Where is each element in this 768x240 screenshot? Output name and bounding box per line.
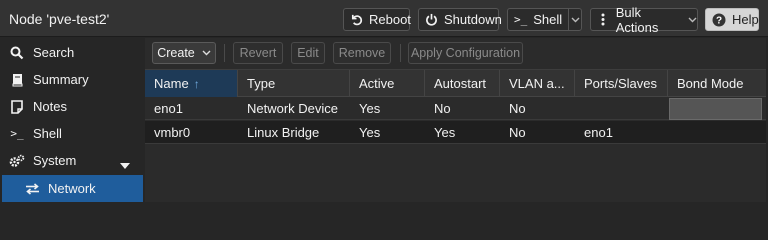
chevron-down-icon (202, 50, 211, 56)
svg-text:?: ? (716, 15, 722, 26)
sidebar-item-label: Notes (33, 99, 67, 114)
search-icon (9, 46, 25, 60)
grid-header: Name ↑ Type Active Autostart VLAN a... P… (145, 69, 766, 97)
cell-ports-slaves: eno1 (584, 125, 613, 140)
sidebar-item-network[interactable]: Network (2, 175, 143, 202)
remove-button[interactable]: Remove (333, 42, 391, 64)
cell-vlan-aware: No (509, 125, 526, 140)
cell-ports-slaves (575, 97, 668, 120)
cell-active: Yes (359, 101, 381, 116)
cell-autostart: No (434, 101, 451, 116)
sidebar-item-system[interactable]: System (0, 147, 143, 174)
reboot-label: Reboot (369, 12, 411, 27)
cell-vlan-aware: No (509, 101, 526, 116)
terminal-icon: >_ (10, 127, 24, 140)
cell-bond-mode (669, 98, 762, 120)
exchange-icon (24, 182, 40, 196)
sidebar-item-notes[interactable]: Notes (0, 93, 143, 120)
book-icon (9, 73, 25, 87)
create-label: Create (157, 46, 195, 60)
revert-label: Revert (239, 46, 277, 60)
table-row[interactable]: vmbr0 Linux Bridge Yes Yes No eno1 (145, 121, 766, 144)
toolbar-separator (400, 44, 401, 62)
column-header-name[interactable]: Name ↑ (145, 70, 238, 97)
column-header-autostart[interactable]: Autostart (425, 70, 500, 97)
shell-label: Shell (533, 12, 563, 27)
shutdown-label: Shutdown (444, 12, 502, 27)
network-toolbar: Create Revert Edit Remove Apply Configur… (145, 38, 766, 69)
cell-active: Yes (359, 125, 381, 140)
apply-label: Apply Configuration (410, 46, 521, 60)
shutdown-button[interactable]: Shutdown (418, 8, 502, 31)
chevron-down-icon (688, 17, 697, 23)
column-header-bond-mode[interactable]: Bond Mode (668, 70, 766, 97)
power-icon (425, 13, 438, 27)
node-title: Node 'pve-test2' (9, 11, 110, 27)
sidebar-item-label: Shell (33, 126, 62, 141)
column-header-ports-slaves[interactable]: Ports/Slaves (575, 70, 668, 97)
reboot-button[interactable]: Reboot (343, 8, 411, 31)
edit-label: Edit (297, 46, 319, 60)
sidebar-item-label: Summary (33, 72, 89, 87)
question-icon: ? (712, 13, 726, 27)
sidebar-item-summary[interactable]: Summary (0, 66, 143, 93)
sidebar-item-label: Network (48, 181, 96, 196)
node-sidebar: Search Summary Notes >_ Shell System Net… (0, 38, 143, 202)
help-button[interactable]: ? Help (705, 8, 759, 31)
column-header-active[interactable]: Active (350, 70, 425, 97)
terminal-icon: >_ (514, 13, 528, 26)
sidebar-item-search[interactable]: Search (0, 39, 143, 66)
sort-ascending-icon: ↑ (193, 76, 200, 91)
table-row[interactable]: eno1 Network Device Yes No No (145, 97, 766, 120)
cell-name: vmbr0 (154, 125, 191, 140)
bulk-actions-button[interactable]: Bulk Actions (590, 5, 698, 35)
sidebar-item-shell[interactable]: >_ Shell (0, 120, 143, 147)
sidebar-item-label: Search (33, 45, 75, 60)
help-label: Help (732, 12, 759, 27)
chevron-down-icon[interactable] (568, 9, 581, 30)
column-header-vlan-aware[interactable]: VLAN a... (500, 70, 575, 97)
caret-down-icon[interactable] (120, 157, 130, 172)
sidebar-item-label: System (33, 153, 77, 168)
bulk-actions-label: Bulk Actions (615, 4, 659, 35)
node-header: Node 'pve-test2' Reboot Shutdown >_ Shel… (0, 0, 768, 37)
ellipsis-vertical-icon (597, 13, 610, 27)
cell-autostart: Yes (434, 125, 456, 140)
cell-type: Linux Bridge (247, 125, 320, 140)
gears-icon (9, 154, 25, 168)
remove-label: Remove (338, 46, 386, 60)
notes-icon (9, 99, 25, 114)
network-panel: Create Revert Edit Remove Apply Configur… (145, 38, 766, 202)
toolbar-separator (224, 44, 225, 62)
cell-bond-mode (668, 121, 766, 144)
column-header-type[interactable]: Type (238, 70, 350, 97)
cell-name: eno1 (154, 101, 183, 116)
shell-button[interactable]: >_ Shell (507, 8, 582, 31)
undo-icon (350, 13, 363, 27)
cell-type: Network Device (247, 101, 339, 116)
apply-configuration-button[interactable]: Apply Configuration (408, 42, 523, 64)
edit-button[interactable]: Edit (291, 42, 325, 64)
create-button[interactable]: Create (152, 42, 216, 64)
revert-button[interactable]: Revert (233, 42, 283, 64)
